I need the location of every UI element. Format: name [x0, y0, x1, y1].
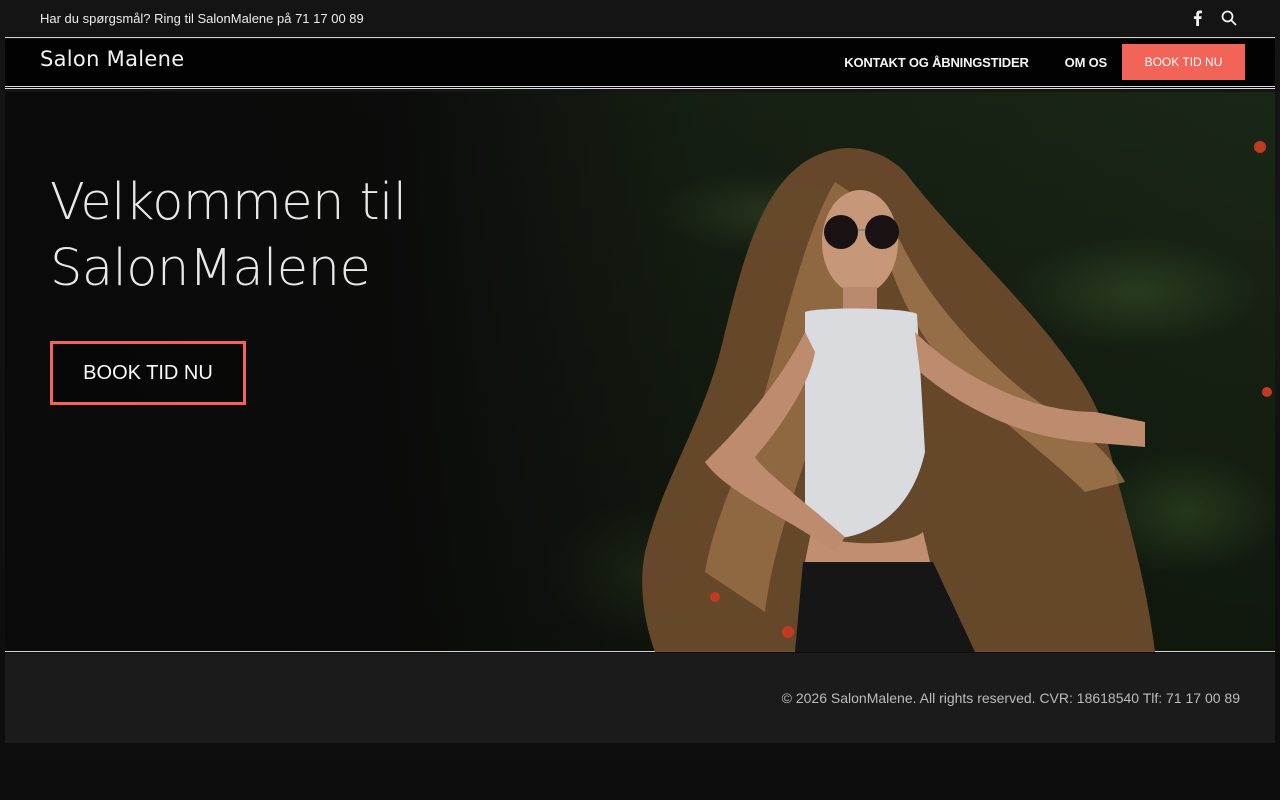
nav-link-about[interactable]: OM OS: [1065, 55, 1108, 70]
footer: © 2026 SalonMalene. All rights reserved.…: [5, 653, 1275, 743]
hero-section: Velkommen til SalonMalene BOOK TID NU: [5, 92, 1275, 652]
main-navigation: Salon Malene KONTAKT OG ÅBNINGSTIDER OM …: [5, 39, 1275, 89]
search-icon[interactable]: [1221, 8, 1237, 28]
nav-book-button[interactable]: BOOK TID NU: [1122, 44, 1245, 80]
nav-link-contact-hours[interactable]: KONTAKT OG ÅBNINGSTIDER: [844, 55, 1029, 70]
nav-links: KONTAKT OG ÅBNINGSTIDER OM OS BOOK TID N…: [844, 44, 1245, 80]
top-bar: Har du spørgsmål? Ring til SalonMalene p…: [5, 0, 1275, 38]
hero-book-button[interactable]: BOOK TID NU: [50, 341, 246, 405]
top-bar-contact-text: Har du spørgsmål? Ring til SalonMalene p…: [40, 11, 364, 26]
footer-copyright: © 2026 SalonMalene. All rights reserved.…: [781, 690, 1240, 706]
facebook-icon[interactable]: [1189, 8, 1205, 28]
top-bar-icons: [1189, 8, 1237, 28]
hero-title: Velkommen til SalonMalene: [50, 170, 407, 302]
hero-title-line-1: Velkommen til: [50, 173, 407, 232]
hero-title-line-2: SalonMalene: [50, 239, 371, 298]
site-frame: Har du spørgsmål? Ring til SalonMalene p…: [5, 0, 1275, 743]
site-logo[interactable]: Salon Malene: [40, 47, 184, 71]
